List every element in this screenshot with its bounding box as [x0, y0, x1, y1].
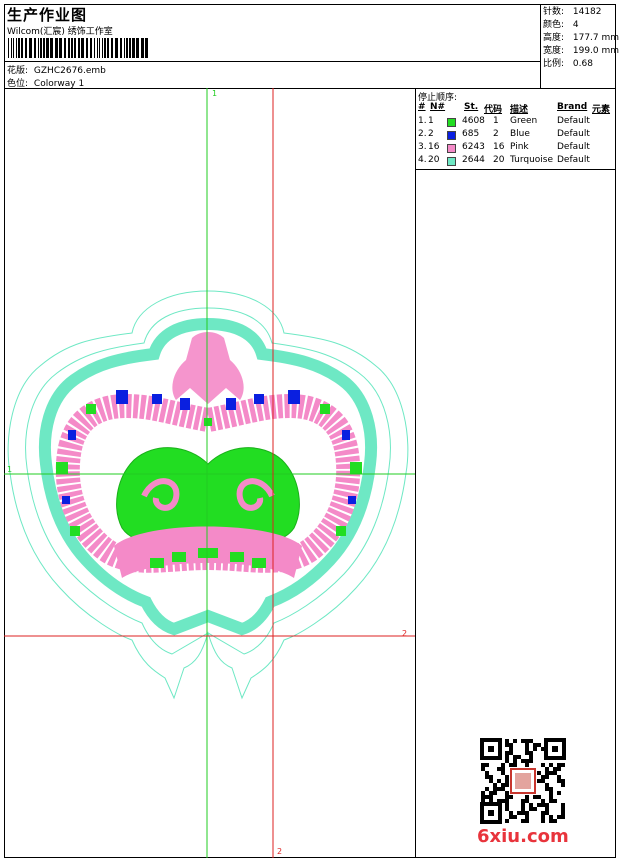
- row-description: Blue: [510, 129, 530, 139]
- col-no: N#: [430, 102, 446, 112]
- stats-panel: 针数: 14182 颜色: 4 高度: 177.7 mm 宽度: 199.0 m…: [543, 6, 619, 71]
- row-needle: 20: [428, 155, 440, 165]
- row-index: 2.: [418, 129, 427, 139]
- stat-colors: 颜色: 4: [543, 20, 579, 30]
- red-horizontal-axis-label: 2: [402, 629, 408, 638]
- row-brand: Default: [557, 142, 590, 152]
- row-brand: Default: [557, 116, 590, 126]
- embroidery-design: [4, 88, 415, 858]
- row-code: 1: [493, 116, 499, 126]
- color-table-row: 4. 20 2644 20 Turquoise Default: [418, 155, 616, 168]
- green-horizontal-axis-label: 1: [7, 465, 13, 474]
- row-needle: 1: [428, 116, 434, 126]
- color-swatch: [447, 144, 456, 153]
- row-index: 1.: [418, 116, 427, 126]
- panel-divider: [415, 88, 416, 858]
- page-title: 生产作业图: [7, 6, 88, 24]
- design-line: 花版: GZHC2676.emb: [7, 63, 106, 76]
- row-stitches: 6243: [462, 142, 485, 152]
- row-index: 3.: [418, 142, 427, 152]
- row-stitches: 2644: [462, 155, 485, 165]
- stat-width: 宽度: 199.0 mm: [543, 46, 620, 56]
- color-table-row: 1. 1 4608 1 Green Default: [418, 116, 616, 129]
- stat-stitches: 针数: 14182: [543, 7, 602, 17]
- qr-code-icon: [480, 738, 566, 824]
- row-description: Green: [510, 116, 538, 126]
- row-brand: Default: [557, 155, 590, 165]
- red-vertical-axis-label: 2: [277, 847, 283, 856]
- site-brand: 6xiu.com: [477, 826, 569, 847]
- table-bottom-line: [415, 169, 616, 170]
- row-stitches: 685: [462, 129, 480, 139]
- row-stitches: 4608: [462, 116, 485, 126]
- col-st: St.: [464, 102, 479, 112]
- color-swatch: [447, 118, 456, 127]
- row-needle: 2: [428, 129, 434, 139]
- col-desc: 描述: [510, 105, 529, 115]
- row-description: Turquoise: [510, 155, 554, 165]
- pink-crown-top: [172, 332, 244, 404]
- stat-scale: 比例: 0.68: [543, 59, 593, 69]
- row-brand: Default: [557, 129, 590, 139]
- row-index: 4.: [418, 155, 427, 165]
- col-idx: #: [418, 102, 426, 112]
- row-code: 2: [493, 129, 499, 139]
- company-name: Wilcom(汇宸) 绣饰工作室: [7, 27, 113, 37]
- stats-divider: [540, 4, 541, 88]
- design-label: 花版:: [7, 66, 29, 76]
- col-brand: Brand: [557, 102, 588, 112]
- color-swatch: [447, 131, 456, 140]
- meta-divider: [4, 61, 540, 62]
- row-description: Pink: [510, 142, 529, 152]
- stat-height: 高度: 177.7 mm: [543, 33, 620, 43]
- col-code: 代码: [484, 105, 503, 115]
- row-code: 20: [493, 155, 505, 165]
- design-value: GZHC2676.emb: [33, 66, 106, 76]
- barcode-icon: [8, 38, 148, 58]
- row-code: 16: [493, 142, 505, 152]
- color-table-row: 3. 16 6243 16 Pink Default: [418, 142, 616, 155]
- row-needle: 16: [428, 142, 440, 152]
- color-table-row: 2. 2 685 2 Blue Default: [418, 129, 616, 142]
- color-swatch: [447, 157, 456, 166]
- green-vertical-axis-label: 1: [212, 89, 218, 98]
- col-extra: 元素: [592, 105, 611, 115]
